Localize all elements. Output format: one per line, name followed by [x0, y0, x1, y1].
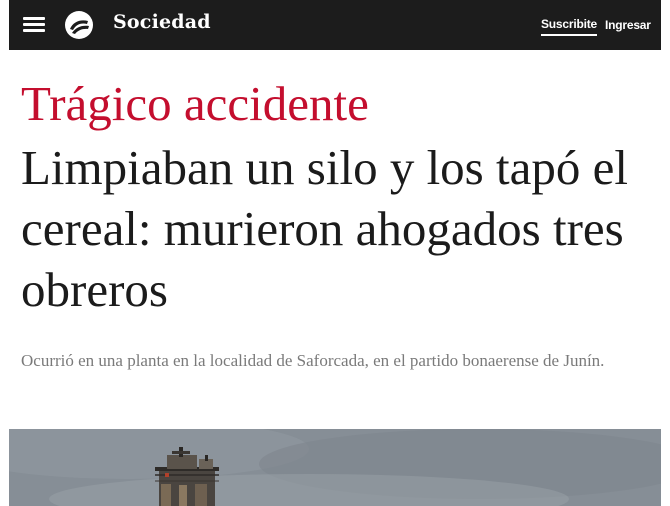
subscribe-link[interactable]: Suscribite	[541, 17, 597, 36]
silo-photo-illustration	[9, 429, 661, 506]
article-headline: Limpiaban un silo y los tapó el cereal: …	[21, 140, 628, 317]
login-link[interactable]: Ingresar	[605, 18, 651, 32]
article-main-image[interactable]	[9, 429, 661, 506]
section-name-link[interactable]: Sociedad	[113, 11, 211, 33]
article-kicker: Trágico accidente	[21, 76, 369, 131]
clarin-logo-icon[interactable]	[64, 10, 94, 40]
hamburger-menu-icon[interactable]	[23, 15, 45, 33]
article-page: Sociedad Suscribite Ingresar Trágico acc…	[0, 0, 670, 506]
top-navigation-bar: Sociedad Suscribite Ingresar	[9, 0, 661, 50]
article-summary: Ocurrió en una planta en la localidad de…	[21, 351, 605, 370]
